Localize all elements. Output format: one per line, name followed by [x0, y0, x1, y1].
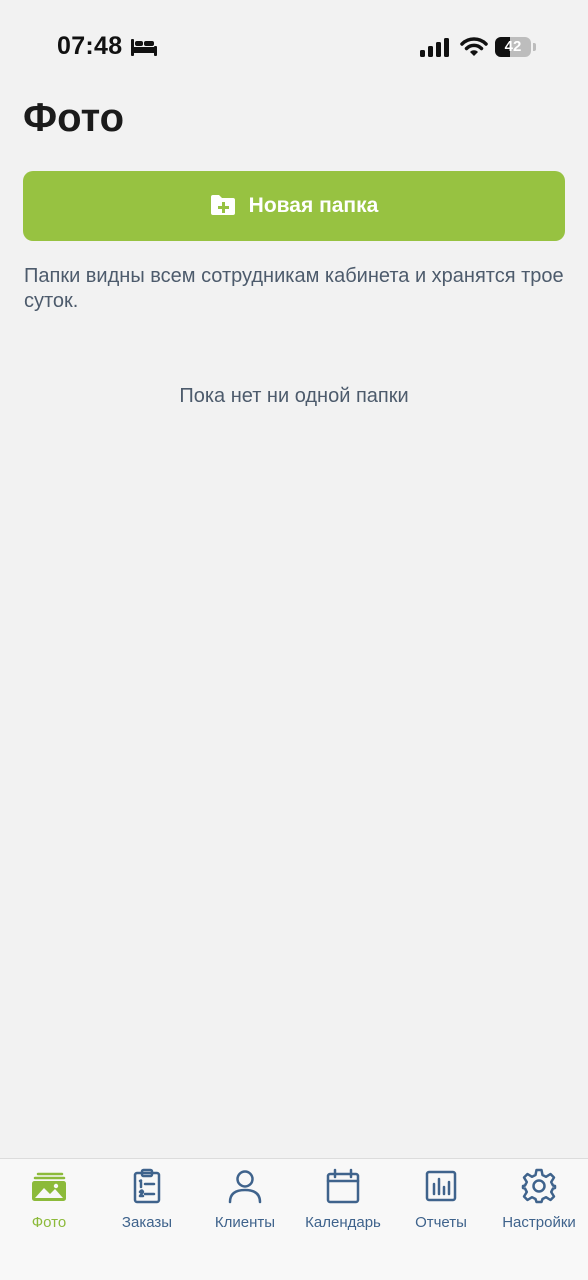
- tab-label-reports: Отчеты: [415, 1214, 467, 1231]
- tab-reports[interactable]: Отчеты: [392, 1167, 490, 1231]
- folder-add-icon: [210, 194, 236, 219]
- tab-label-clients: Клиенты: [214, 1214, 276, 1231]
- folders-info-text: Папки видны всем сотрудникам кабинета и …: [24, 265, 564, 312]
- tab-orders[interactable]: Заказы: [98, 1167, 196, 1231]
- tab-clients[interactable]: Клиенты: [196, 1167, 294, 1231]
- tab-label-photos: Фото: [31, 1214, 67, 1231]
- new-folder-button[interactable]: Новая папка: [23, 171, 565, 241]
- battery-icon: 42: [495, 37, 536, 57]
- photos-screen: 07:48 42 Фото Новая папка Папки видны вс…: [0, 0, 588, 1280]
- tab-label-orders: Заказы: [121, 1214, 173, 1231]
- tab-label-calendar: Календарь: [305, 1214, 381, 1231]
- calendar-icon: [324, 1167, 362, 1210]
- status-time: 07:48: [57, 32, 123, 60]
- clients-person-icon: [226, 1167, 264, 1210]
- bottom-tab-bar: Фото Заказы Клиенты Календарь Отчеты Нас…: [0, 1158, 588, 1280]
- wifi-icon: [460, 36, 488, 58]
- tab-label-settings: Настройки: [502, 1214, 576, 1231]
- new-folder-label: Новая папка: [248, 194, 379, 217]
- bed-icon: [130, 37, 158, 57]
- tab-calendar[interactable]: Календарь: [294, 1167, 392, 1231]
- tab-photos[interactable]: Фото: [0, 1167, 98, 1231]
- orders-clipboard-icon: [128, 1167, 166, 1210]
- empty-state-text: Пока нет ни одной папки: [179, 385, 409, 407]
- status-bar: 07:48 42: [0, 0, 588, 96]
- tab-settings[interactable]: Настройки: [490, 1167, 588, 1231]
- signal-icon: [420, 38, 452, 58]
- reports-chart-icon: [422, 1167, 460, 1210]
- photos-icon: [30, 1167, 68, 1210]
- battery-percent: 42: [504, 38, 522, 55]
- page-title: Фото: [23, 96, 125, 140]
- settings-gear-icon: [520, 1167, 558, 1210]
